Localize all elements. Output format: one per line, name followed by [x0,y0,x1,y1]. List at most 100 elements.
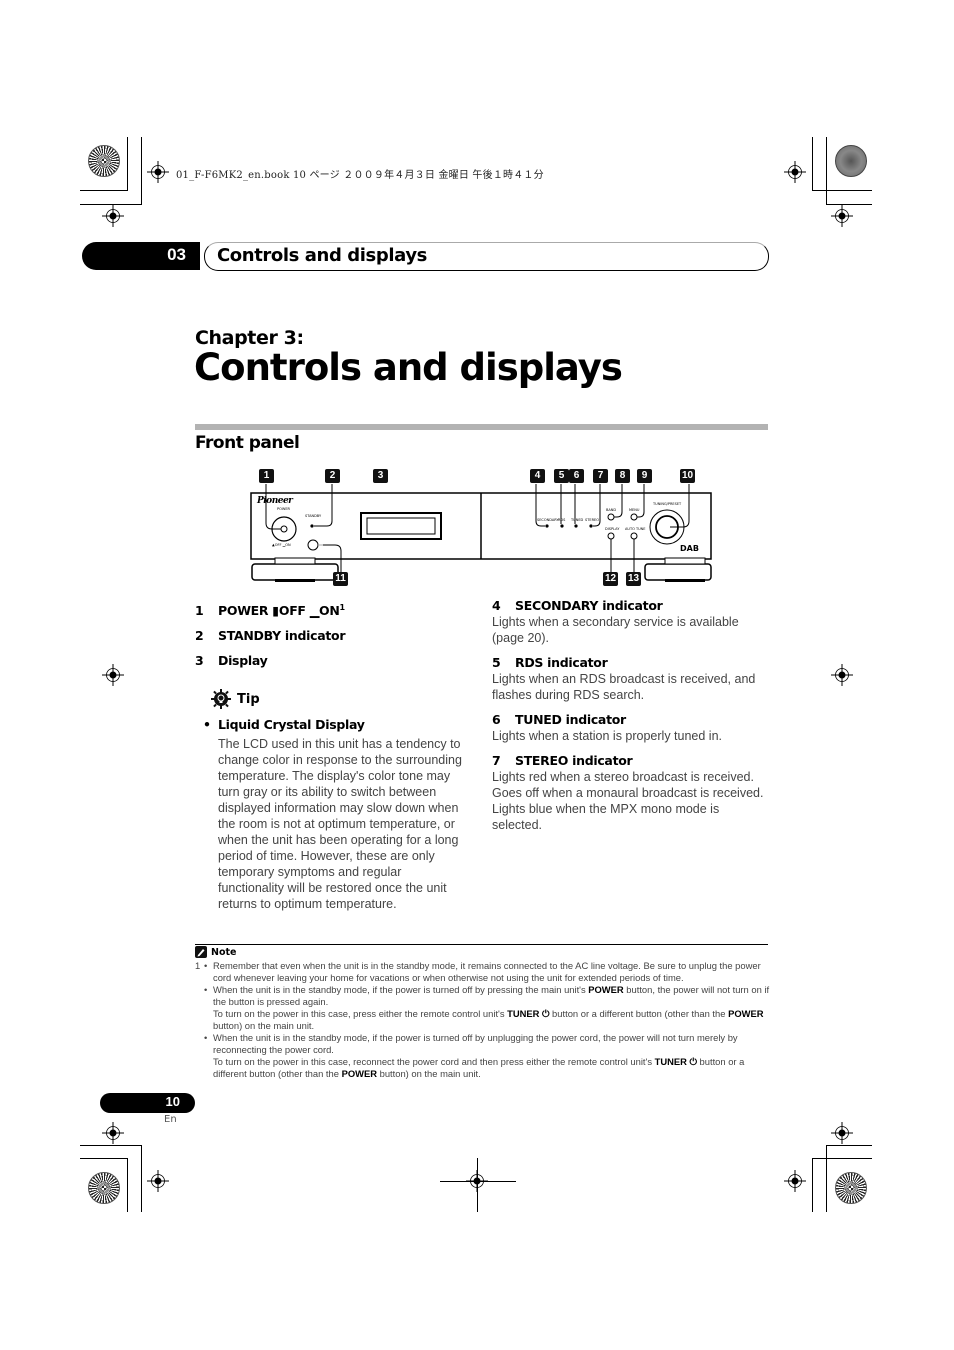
item-tuned: 6 TUNED indicator [492,712,626,727]
brand-logo: Pioneer [257,496,293,506]
tip-bullet-title: • Liquid Crystal Display [203,717,365,733]
tip-heading: Tip [211,689,475,710]
callout-12: 12 [603,572,618,586]
item-secondary: 4 SECONDARY indicator [492,598,663,613]
registration-starburst-icon [88,1172,120,1204]
note-text: To turn on the power in this case, recon… [213,1056,745,1079]
page-number-tab: 10 [100,1093,195,1113]
crop-mark [477,1158,478,1212]
callout-11: 11 [333,572,348,586]
chapter-number: 03 [167,245,186,264]
front-panel-illustration [250,484,712,582]
crop-mark [826,137,827,205]
registration-starburst-icon [835,1172,867,1204]
page-language: En [164,1114,177,1125]
crop-mark [440,1181,516,1182]
crop-mark [812,1158,813,1212]
left-column: 1 POWER ▮OFF ▁ON1 2 STANDBY indicator 3 Dis… [195,600,475,912]
registration-crosshair-icon [147,1170,169,1192]
registration-crosshair-icon [831,664,853,686]
note-pencil-icon [195,946,207,958]
auto-tune-label: AUTO TUNE [625,527,646,531]
callout-13: 13 [626,572,641,586]
crop-mark [812,190,872,191]
callout-10: 10 [680,469,695,483]
display-button [607,532,615,540]
standby-led [310,524,314,528]
crop-mark [80,190,128,191]
bullet: • [204,984,208,995]
bullet: • [204,1032,208,1043]
footnote-number [195,1032,204,1056]
power-label: POWER [277,507,290,511]
rds-led [560,524,564,528]
menu-button [630,513,638,521]
footnote-number [195,984,204,1008]
remote-sensor [307,539,319,551]
crop-mark [80,1145,142,1146]
right-column: 4 SECONDARY indicator Lights when a secon… [492,598,772,842]
tip-body: The LCD used in this unit has a tendency… [218,737,462,912]
print-job-header: 01_F-F6MK2_en.book 10 ページ ２００９年４月３日 金曜日 … [176,170,544,181]
display-label: DISPLAY [605,527,620,531]
item-rds: 5 RDS indicator [492,655,608,670]
callout-2: 2 [325,469,340,483]
stereo-led [589,524,593,528]
registration-crosshair-icon [784,161,806,183]
callout-7: 7 [593,469,608,483]
section-divider [195,424,768,430]
registration-crosshair-icon [102,664,124,686]
chapter-header-bar: Controls and displays [204,242,769,271]
note-heading: Note [195,946,236,958]
callout-9: 9 [637,469,652,483]
callout-5: 5 [554,469,569,483]
standby-label: STANDBY [305,514,322,518]
registration-crosshair-icon [831,1122,853,1144]
callout-6: 6 [569,469,584,483]
left-foot-base [275,579,315,582]
band-label: BAND [606,508,617,512]
footnote-number [195,1056,204,1080]
item-stereo-desc: Lights red when a stereo broadcast is re… [492,770,764,832]
registration-crosshair-icon [102,1122,124,1144]
front-panel-diagram: Pioneer POWER STANDBY ▲OFF ▁ON SECONDARY… [245,465,725,590]
note-text: Remember that even when the unit is in t… [213,960,761,983]
off-on-label: ▲OFF ▁ON [272,543,291,547]
item-power: 1 POWER ▮OFF ▁ON1 [195,603,345,619]
note-continuation: To turn on the power in this case, press… [195,1008,770,1032]
section-title: Front panel [195,433,300,453]
tuned-led [574,524,578,528]
crop-mark [812,1158,872,1159]
crop-mark [141,137,142,205]
note-text: When the unit is in the standby mode, if… [213,984,770,1007]
registration-crosshair-icon [147,161,169,183]
stereo-label: STEREO [585,518,599,522]
bullet: • [204,960,208,971]
registration-starburst-icon [88,145,120,177]
auto-tune-button [630,532,638,540]
right-foot-base [665,579,705,582]
secondary-label: SECONDARY [537,518,559,522]
note-divider [195,944,768,945]
chapter-header-title: Controls and displays [217,245,427,266]
left-foot [251,563,339,581]
callout-4: 4 [530,469,545,483]
crop-mark [127,137,128,191]
crop-mark [826,1145,872,1146]
rds-label: RDS [558,518,566,522]
tuning-preset-label: TUNING/PRESET [653,502,682,506]
bullet [204,1008,213,1032]
callout-1: 1 [259,469,274,483]
power-button [280,525,288,533]
note-item: • When the unit is in the standby mode, i… [195,1032,770,1056]
crop-mark [826,1145,827,1212]
footnote-number: 1 [195,960,201,971]
page-number: 10 [165,1094,180,1109]
note-list: 1 • Remember that even when the unit is in… [195,960,770,1080]
registration-crosshair-icon [831,205,853,227]
page-title: Controls and displays [194,346,623,389]
item-display: 3 Display [195,653,268,669]
callout-3: 3 [373,469,388,483]
note-item: 1 • Remember that even when the unit is in… [195,960,770,984]
note-label: Note [211,946,237,958]
